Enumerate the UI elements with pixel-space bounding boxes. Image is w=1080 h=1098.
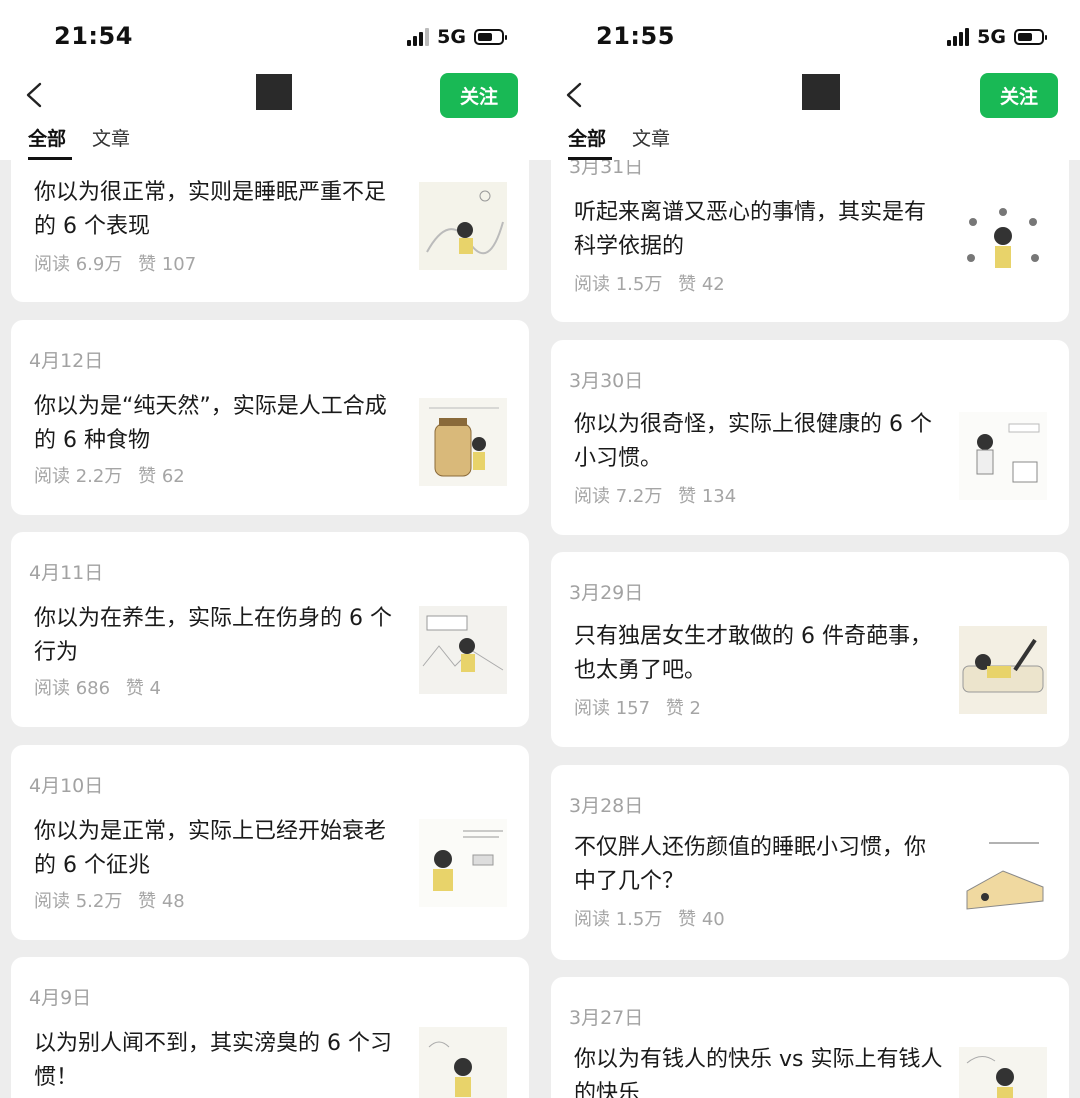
article-thumbnail	[419, 398, 507, 486]
article-title: 你以为在养生，实际上在伤身的 6 个行为	[34, 606, 392, 665]
article-title: 以为别人闻不到，其实滂臭的 6 个习惯！	[34, 1031, 392, 1090]
battery-icon	[474, 29, 507, 45]
top-bar: 21:55 5G 关注 全部 文章	[540, 0, 1080, 160]
article-date: 4月12日	[29, 350, 104, 372]
article-title: 不仅胖人还伤颜值的睡眠小习惯，你中了几个？	[574, 835, 927, 894]
like-count: 赞 48	[138, 891, 185, 912]
status-icons: 5G	[947, 26, 1047, 48]
battery-icon	[1014, 29, 1047, 45]
like-count: 赞 62	[138, 466, 185, 487]
article-card[interactable]: 4月10日 你以为是正常，实际上已经开始衰老的 6 个征兆 阅读 5.2万 赞 …	[11, 745, 529, 940]
article-thumbnail	[959, 202, 1047, 290]
network-label: 5G	[437, 26, 466, 48]
article-title: 只有独居女生才敢做的 6 件奇葩事，也太勇了吧。	[574, 624, 932, 683]
read-count: 阅读 1.5万	[574, 909, 663, 930]
article-stats: 阅读 7.2万 赞 134	[574, 482, 746, 508]
back-arrow-icon[interactable]	[22, 82, 48, 108]
article-title: 你以为有钱人的快乐 vs 实际上有钱人的快乐	[574, 1047, 943, 1098]
read-count: 阅读 5.2万	[34, 891, 123, 912]
article-title: 你以为很奇怪，实际上很健康的 6 个小习惯。	[574, 412, 932, 471]
like-count: 赞 2	[665, 698, 701, 719]
article-card[interactable]: 3月27日 你以为有钱人的快乐 vs 实际上有钱人的快乐	[551, 977, 1069, 1098]
account-avatar[interactable]	[256, 74, 292, 110]
right-screen: 3月31日 听起来离谱又恶心的事情，其实是有科学依据的 阅读 1.5万 赞 42…	[540, 0, 1080, 1098]
like-count: 赞 40	[678, 909, 725, 930]
article-stats: 阅读 2.2万 赞 62	[34, 462, 195, 488]
article-date: 3月28日	[569, 795, 644, 817]
article-thumbnail	[959, 412, 1047, 500]
article-title: 听起来离谱又恶心的事情，其实是有科学依据的	[574, 200, 927, 259]
like-count: 赞 42	[678, 274, 725, 295]
article-thumbnail	[419, 1027, 507, 1098]
article-date: 4月10日	[29, 775, 104, 797]
signal-icon	[947, 28, 970, 46]
read-count: 阅读 686	[34, 678, 111, 699]
follow-button[interactable]: 关注	[980, 73, 1058, 118]
article-title: 你以为是正常，实际上已经开始衰老的 6 个征兆	[34, 819, 387, 878]
tab-articles[interactable]: 文章	[92, 124, 130, 151]
like-count: 赞 4	[125, 678, 161, 699]
article-title: 你以为很正常，实则是睡眠严重不足的 6 个表现	[34, 180, 387, 239]
article-stats: 阅读 1.5万 赞 42	[574, 270, 735, 296]
article-stats: 阅读 157 赞 2	[574, 694, 711, 720]
account-avatar[interactable]	[802, 74, 840, 110]
tab-bar: 全部 文章	[28, 124, 130, 160]
like-count: 赞 134	[678, 486, 737, 507]
follow-button[interactable]: 关注	[440, 73, 518, 118]
article-card[interactable]: 4月11日 你以为在养生，实际上在伤身的 6 个行为 阅读 686 赞 4	[11, 532, 529, 727]
article-date: 3月30日	[569, 370, 644, 392]
read-count: 阅读 2.2万	[34, 466, 123, 487]
article-date: 4月9日	[29, 987, 92, 1009]
read-count: 阅读 6.9万	[34, 254, 123, 275]
article-thumbnail	[959, 1047, 1047, 1098]
like-count: 赞 107	[138, 254, 197, 275]
read-count: 阅读 7.2万	[574, 486, 663, 507]
status-icons: 5G	[407, 26, 507, 48]
article-date: 4月11日	[29, 562, 104, 584]
status-time: 21:55	[596, 22, 675, 50]
article-card[interactable]: 你以为很正常，实则是睡眠严重不足的 6 个表现 阅读 6.9万 赞 107	[11, 138, 529, 302]
article-title: 你以为是“纯天然”，实际是人工合成的 6 种食物	[34, 394, 387, 453]
article-date: 3月27日	[569, 1007, 644, 1029]
signal-icon	[407, 28, 430, 46]
article-thumbnail	[959, 831, 1047, 919]
tab-bar: 全部 文章	[568, 124, 670, 160]
article-date: 3月29日	[569, 582, 644, 604]
article-stats: 阅读 5.2万 赞 48	[34, 887, 195, 913]
tab-all[interactable]: 全部	[568, 124, 613, 160]
back-arrow-icon[interactable]	[562, 82, 588, 108]
article-card[interactable]: 4月12日 你以为是“纯天然”，实际是人工合成的 6 种食物 阅读 2.2万 赞…	[11, 320, 529, 515]
article-thumbnail	[419, 606, 507, 694]
read-count: 阅读 1.5万	[574, 274, 663, 295]
article-stats: 阅读 1.5万 赞 40	[574, 905, 735, 931]
article-card[interactable]: 3月30日 你以为很奇怪，实际上很健康的 6 个小习惯。 阅读 7.2万 赞 1…	[551, 340, 1069, 535]
article-card[interactable]: 4月9日 以为别人闻不到，其实滂臭的 6 个习惯！	[11, 957, 529, 1098]
network-label: 5G	[977, 26, 1006, 48]
status-time: 21:54	[54, 22, 133, 50]
article-card[interactable]: 3月28日 不仅胖人还伤颜值的睡眠小习惯，你中了几个？ 阅读 1.5万 赞 40	[551, 765, 1069, 960]
article-card[interactable]: 3月29日 只有独居女生才敢做的 6 件奇葩事，也太勇了吧。 阅读 157 赞 …	[551, 552, 1069, 747]
article-thumbnail	[419, 182, 507, 270]
top-bar: 21:54 5G 关注 全部 文章	[0, 0, 540, 160]
read-count: 阅读 157	[574, 698, 651, 719]
article-thumbnail	[959, 626, 1047, 714]
article-stats: 阅读 686 赞 4	[34, 674, 171, 700]
article-stats: 阅读 6.9万 赞 107	[34, 250, 206, 276]
article-thumbnail	[419, 819, 507, 907]
tab-all[interactable]: 全部	[28, 124, 73, 160]
tab-articles[interactable]: 文章	[632, 124, 670, 151]
left-screen: 你以为很正常，实则是睡眠严重不足的 6 个表现 阅读 6.9万 赞 107 4月…	[0, 0, 540, 1098]
